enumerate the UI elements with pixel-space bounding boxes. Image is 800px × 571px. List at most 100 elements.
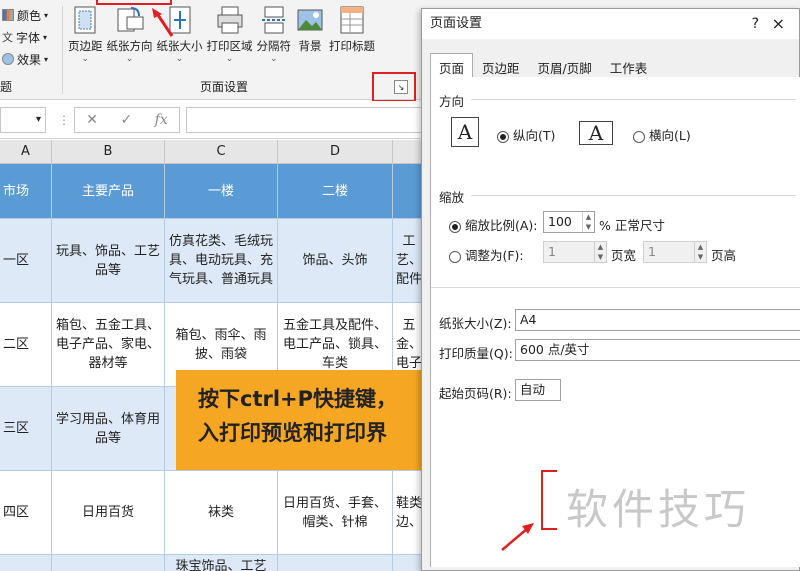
background-button[interactable]: 背景 [293,4,327,64]
watermark: 软件技巧 [566,485,751,534]
background-label: 背景 [298,39,322,53]
portrait-page-icon: A [451,117,479,147]
callout-line-2: 入打印预览和打印界 [198,421,387,445]
help-icon[interactable]: ? [752,9,759,39]
radio-icon [449,250,461,263]
page-setup-buttons: 页边距 ⌄ 纸张方向 ⌄ 纸张大小 ⌄ 打印区域 ⌄ 分隔符 ⌄ 背景 打印标题 [66,4,377,64]
table-cell[interactable]: 日用百货 [52,471,165,555]
table-cell[interactable] [52,555,165,571]
breaks-label: 分隔符 [256,39,292,53]
column-header-d[interactable]: D [278,140,393,164]
theme-effects-icon [2,53,14,65]
scale-percent-value: 100 [548,214,572,229]
scaling-section-label: 缩放 [439,190,465,205]
annotation-box [96,0,172,5]
radio-icon [633,130,645,143]
adjust-to-radio[interactable]: 缩放比例(A): [449,215,538,234]
table-cell[interactable]: 珠宝饰品、工艺 [165,555,278,571]
name-box[interactable]: ▾ [0,107,46,133]
theme-effects-button[interactable]: 效果 ▾ [0,48,60,70]
theme-effects-label: 效果 [17,52,42,67]
section-divider [471,99,796,100]
instruction-callout: 按下ctrl+P快捷键， 入打印预览和打印界 [176,370,426,470]
spin-arrows-icon[interactable]: ▲ ▼ [694,242,706,262]
spin-arrows-icon[interactable]: ▲ ▼ [594,242,606,262]
dialog-title: 页面设置 [430,16,483,31]
theme-colors-icon [2,9,14,21]
formula-input[interactable] [186,107,426,133]
theme-fonts-icon: 文 [2,31,13,44]
enter-icon[interactable]: ✓ [120,112,132,128]
annotation-arrow [152,8,174,37]
themes-group-label: 题 [0,80,13,94]
table-cell[interactable]: 学习用品、体育用品等 [52,387,165,471]
watermark-bracket [541,470,557,530]
print-area-label: 打印区域 [206,39,253,53]
formula-controls: ✕ ✓ fx [74,107,180,133]
print-quality-select[interactable]: 600 点/英寸 [515,339,800,361]
table-header-cell[interactable]: 二楼 [278,164,393,219]
fit-wide-stepper[interactable]: 1 ▲ ▼ [543,241,607,263]
cancel-icon[interactable]: ✕ [86,112,98,128]
table-cell[interactable]: 二区 [0,303,52,387]
fit-tall-suffix: 页高 [711,248,737,263]
print-titles-icon [337,4,367,36]
orientation-button[interactable]: 纸张方向 ⌄ [105,4,155,64]
close-icon[interactable]: × [772,9,785,39]
paper-size-select[interactable]: A4 [515,309,800,331]
first-page-input[interactable]: 自动 [515,379,561,401]
column-header-b[interactable]: B [52,140,165,164]
table-cell[interactable]: 玩具、饰品、工艺品等 [52,219,165,303]
portrait-label: 纵向(T) [512,128,556,143]
print-quality-field-label: 打印质量(Q): [439,346,513,361]
print-titles-label: 打印标题 [329,39,375,53]
table-header-cell[interactable]: 主要产品 [52,164,165,219]
fit-wide-suffix: 页宽 [611,248,637,263]
table-cell[interactable]: 一区 [0,219,52,303]
table-cell[interactable]: 饰品、头饰 [278,219,393,303]
fit-tall-stepper[interactable]: 1 ▲ ▼ [643,241,707,263]
table-cell[interactable]: 袜类 [165,471,278,555]
callout-line-1: 按下ctrl+P快捷键， [198,387,398,411]
scale-percent-stepper[interactable]: 100 ▲ ▼ [543,211,595,233]
section-divider [471,195,796,196]
margins-label: 页边距 [68,39,103,53]
theme-fonts-button[interactable]: 文 字体 ▾ [0,26,60,48]
table-cell[interactable] [0,555,52,571]
first-page-field-label: 起始页码(R): [439,386,512,401]
formula-bar: ▾ ⋮ ✕ ✓ fx [0,101,426,139]
paper-size-label: 纸张大小 [156,39,203,53]
table-cell[interactable] [278,555,393,571]
table-header-cell[interactable]: 市场 [0,164,52,219]
print-area-icon [215,4,245,36]
landscape-radio[interactable]: 横向(L) [633,125,691,144]
orientation-section-label: 方向 [439,94,465,109]
background-icon [295,4,325,36]
breaks-button[interactable]: 分隔符 ⌄ [255,4,294,64]
margins-button[interactable]: 页边距 ⌄ [66,4,105,64]
spreadsheet-grid: 市场 主要产品 一楼 二楼 一区 玩具、饰品、工艺品等 仿真花类、毛绒玩具、电动… [0,164,425,571]
annotation-arrow [501,523,534,551]
breaks-icon [259,4,289,36]
fit-tall-value: 1 [648,244,656,259]
column-header-c[interactable]: C [165,140,278,164]
theme-colors-label: 颜色 [17,8,42,23]
table-cell[interactable]: 箱包、五金工具、电子产品、家电、器材等 [52,303,165,387]
scale-suffix: % 正常尺寸 [599,218,665,233]
theme-colors-button[interactable]: 颜色 ▾ [0,4,60,26]
spin-arrows-icon[interactable]: ▲ ▼ [582,212,594,232]
insert-function-icon[interactable]: fx [155,112,168,128]
table-cell[interactable]: 三区 [0,387,52,471]
portrait-radio[interactable]: 纵向(T) [497,125,555,144]
table-cell[interactable]: 四区 [0,471,52,555]
fit-to-radio[interactable]: 调整为(F): [449,245,524,264]
launcher-highlight-box [372,72,416,102]
column-header-a[interactable]: A [0,140,52,164]
print-titles-button[interactable]: 打印标题 [327,4,377,64]
table-header-cell[interactable]: 一楼 [165,164,278,219]
table-cell[interactable]: 仿真花类、毛绒玩具、电动玩具、充气玩具、普通玩具 [165,219,278,303]
print-area-button[interactable]: 打印区域 ⌄ [205,4,255,64]
table-cell[interactable]: 日用百货、手套、帽类、针棉 [278,471,393,555]
margins-icon [70,4,100,36]
more-icon: ⋮ [58,113,70,127]
